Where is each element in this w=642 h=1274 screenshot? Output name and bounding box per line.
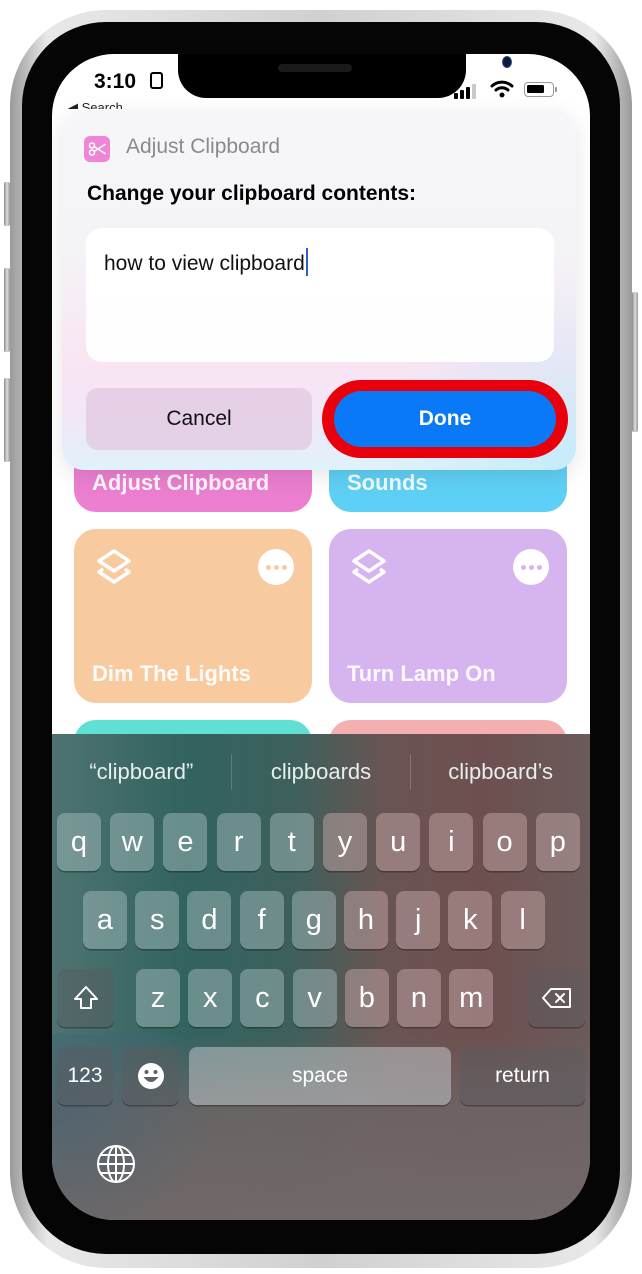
key-v[interactable]: v [292,969,337,1027]
delete-key[interactable] [528,969,585,1027]
key-y[interactable]: y [323,813,367,871]
suggestion-3[interactable]: clipboard’s [411,759,590,785]
layers-icon [97,549,131,584]
shift-key[interactable] [57,969,114,1027]
shift-icon [73,986,98,1009]
battery-icon [524,82,557,97]
key-p[interactable]: p [535,813,580,871]
key-row-3: zxcvbnm [52,969,590,1029]
more-options-button[interactable] [258,549,294,585]
key-a[interactable]: a [83,891,127,949]
backspace-icon [541,988,571,1008]
shortcut-name: Dim The Lights [92,661,251,686]
key-i[interactable]: i [429,813,474,871]
key-w[interactable]: w [110,813,155,871]
silent-switch [4,182,10,226]
status-time: 3:10 [94,70,137,93]
numbers-key[interactable]: 123 [57,1047,113,1105]
key-h[interactable]: h [344,891,388,949]
notch [178,54,512,98]
key-n[interactable]: n [397,969,441,1027]
key-o[interactable]: o [482,813,527,871]
dialog-app-title: Adjust Clipboard [126,135,281,158]
key-z[interactable]: z [136,969,180,1027]
text-caret [305,248,308,276]
adjust-clipboard-dialog: Adjust Clipboard Change your clipboard c… [62,110,576,470]
key-k[interactable]: k [448,891,493,949]
shortcut-tile-dim-the-lights[interactable]: Dim The Lights [74,529,312,703]
key-q[interactable]: q [57,813,101,871]
key-s[interactable]: s [135,891,180,949]
dialog-prompt: Change your clipboard contents: [87,182,417,205]
key-row-4: 123 space return [52,1047,590,1107]
more-options-button[interactable] [513,549,549,585]
shortcut-name: Adjust Clipboard [92,470,270,495]
return-key[interactable]: return [460,1047,585,1105]
key-m[interactable]: m [449,969,494,1027]
globe-icon[interactable] [96,1144,136,1184]
key-row-2: asdfghjkl [52,891,590,951]
done-highlight-ring: Done [322,380,568,458]
shortcut-name: Sounds [347,470,428,495]
predictive-bar: “clipboard” clipboards clipboard’s [52,734,590,810]
layers-icon [352,549,386,584]
shortcut-name: Turn Lamp On [347,661,496,686]
speaker [278,64,352,72]
space-key[interactable]: space [189,1047,451,1105]
key-j[interactable]: j [396,891,441,949]
cancel-button[interactable]: Cancel [86,388,312,450]
emoji-key[interactable] [122,1047,179,1105]
key-f[interactable]: f [239,891,284,949]
done-button[interactable]: Done [334,391,556,447]
key-e[interactable]: e [163,813,208,871]
key-u[interactable]: u [376,813,421,871]
emoji-icon [137,1063,164,1089]
key-d[interactable]: d [187,891,232,949]
keyboard: “clipboard” clipboards clipboard’s qwert… [52,734,590,1220]
wifi-icon [490,80,514,98]
key-b[interactable]: b [344,969,389,1027]
clipboard-text-value: how to view clipboard [104,252,305,275]
key-x[interactable]: x [188,969,233,1027]
front-camera [502,56,512,68]
screen: 3:10 ◀ Search Adjust Clipboard Sounds Di… [52,54,590,1220]
side-button [632,292,638,432]
key-t[interactable]: t [269,813,314,871]
volume-up-button [4,268,10,352]
back-to-search-link[interactable]: ◀ Search [68,100,123,109]
scissors-icon [84,136,110,162]
key-r[interactable]: r [216,813,261,871]
key-row-1: qwertyuiop [52,813,590,873]
key-l[interactable]: l [500,891,545,949]
volume-down-button [4,378,10,462]
suggestion-1[interactable]: “clipboard” [52,759,231,785]
contact-badge-icon [150,72,163,89]
suggestion-2[interactable]: clipboards [232,759,411,785]
clipboard-text-input[interactable]: how to view clipboard [86,228,554,362]
key-g[interactable]: g [291,891,336,949]
shortcut-tile-turn-lamp-on[interactable]: Turn Lamp On [329,529,567,703]
key-c[interactable]: c [240,969,285,1027]
